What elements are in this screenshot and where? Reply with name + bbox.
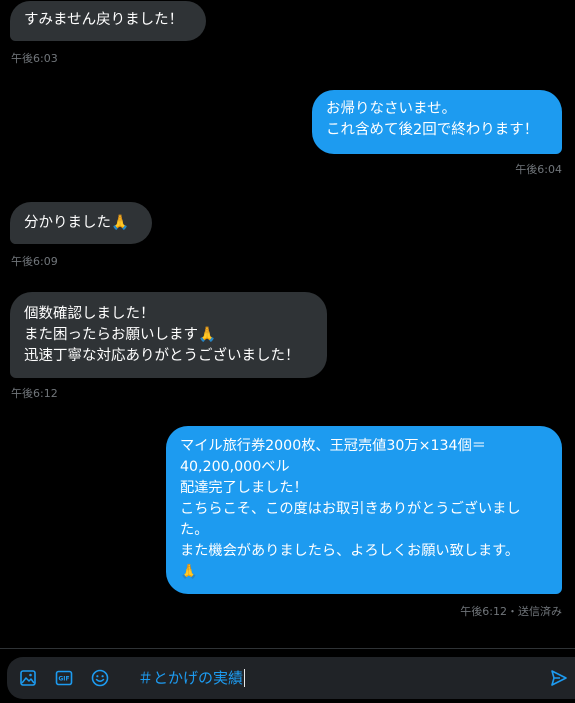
message-bubble-outgoing[interactable]: お帰りなさいませ。 これ含めて後2回で終わります！	[312, 90, 562, 154]
image-icon[interactable]	[18, 668, 38, 688]
message-timestamp: 午後6:12・送信済み	[460, 605, 562, 618]
message-input-text: ＃とかげの実績	[138, 669, 244, 687]
message-timestamp: 午後6:04	[515, 163, 562, 176]
message-input[interactable]: ＃とかげの実績	[138, 667, 246, 689]
send-icon[interactable]	[549, 668, 569, 688]
message-bubble-incoming[interactable]: すみません戻りました！	[10, 1, 206, 41]
message-timestamp: 午後6:03	[11, 52, 58, 65]
message-bubble-incoming[interactable]: 個数確認しました！ また困ったらお願いします🙏 迅速丁寧な対応ありがとうございま…	[10, 292, 327, 378]
message-timestamp: 午後6:09	[11, 255, 58, 268]
message-bubble-incoming[interactable]: 分かりました🙏	[10, 202, 152, 244]
gif-icon[interactable]: GIF	[54, 668, 74, 688]
message-timestamp: 午後6:12	[11, 387, 58, 400]
text-caret	[244, 669, 246, 687]
message-bubble-outgoing[interactable]: マイル旅行券2000枚、王冠売値30万×134個＝ 40,200,000ベル 配…	[166, 426, 562, 594]
emoji-icon[interactable]	[90, 668, 110, 688]
svg-text:GIF: GIF	[58, 676, 69, 683]
